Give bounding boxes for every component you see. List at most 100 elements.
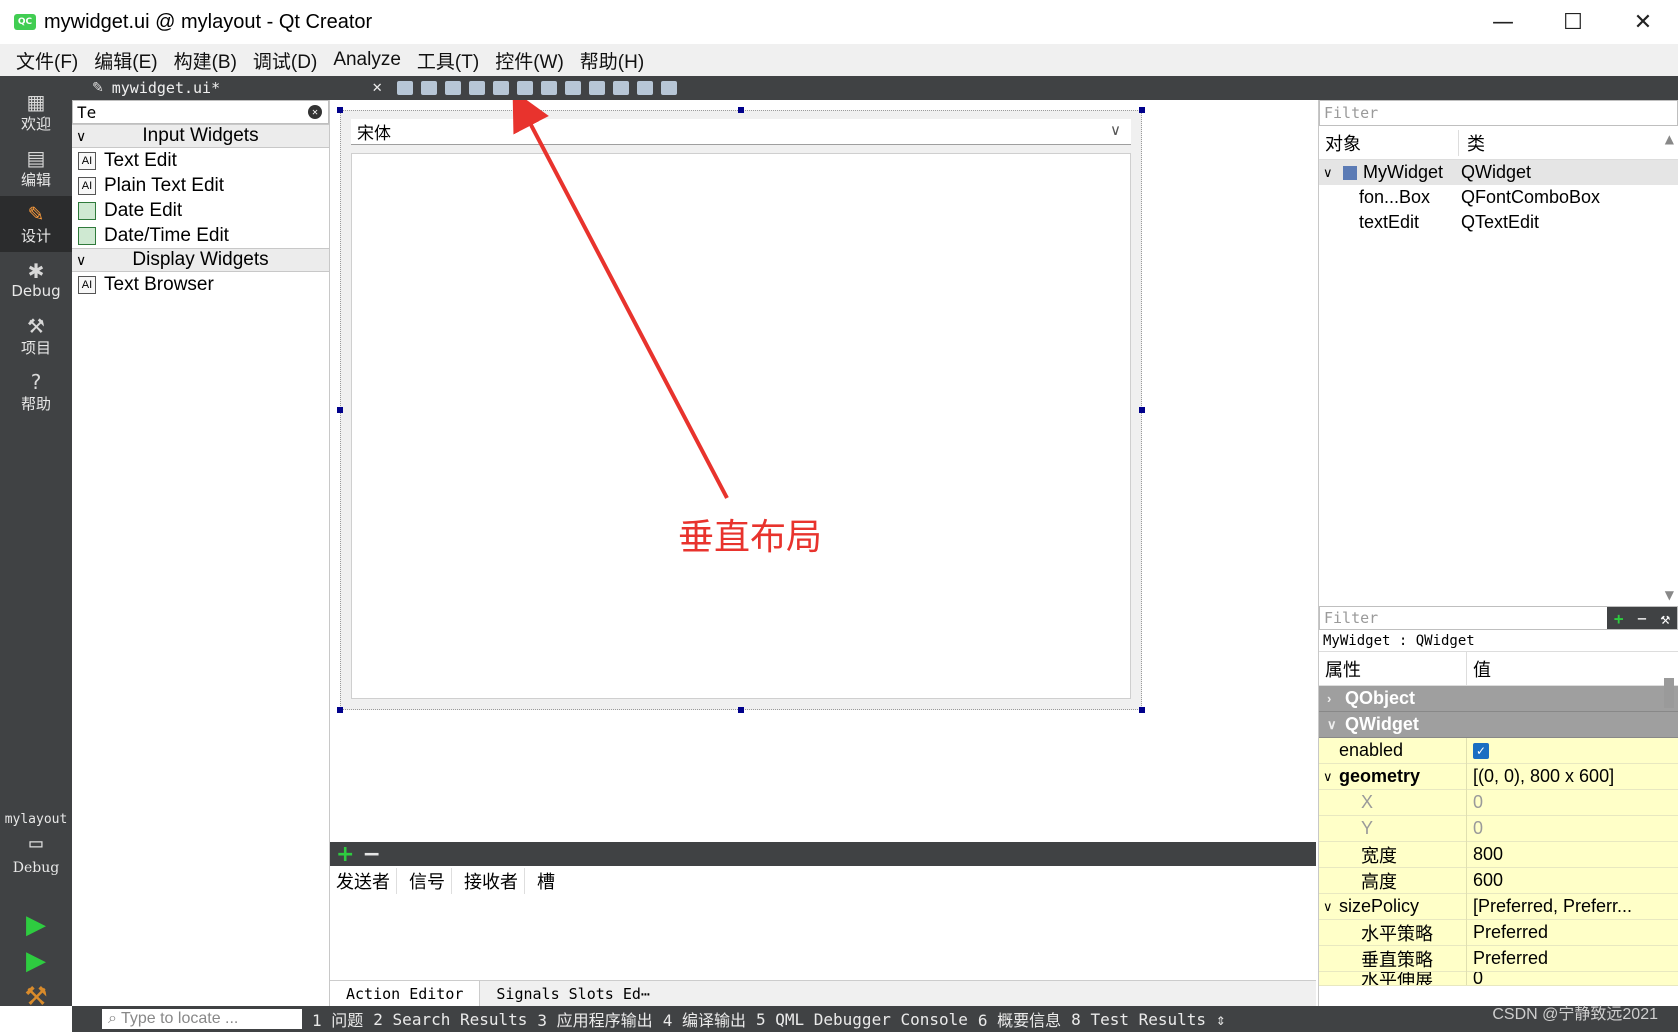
output-tab-issues[interactable]: 1 问题 [312,1007,363,1031]
mode-design[interactable]: ✎ 设计 [0,196,72,252]
layout-grid-icon[interactable] [612,81,629,95]
edit-widgets-icon[interactable] [396,81,413,95]
layout-vertical-splitter-icon[interactable] [564,81,581,95]
property-value[interactable]: [Preferred, Preferr... [1467,896,1673,917]
resize-handle[interactable] [738,107,744,113]
widget-plain-text-edit[interactable]: AI Plain Text Edit [72,173,329,198]
resize-handle[interactable] [337,707,343,713]
mode-help[interactable]: ? 帮助 [0,364,72,420]
layout-form-icon[interactable] [588,81,605,95]
scroll-up-icon[interactable]: ▲ [1665,132,1674,146]
minimize-button[interactable]: — [1468,0,1538,44]
tab-action-editor[interactable]: Action Editor [330,980,481,1007]
category-input-widgets[interactable]: ∨ Input Widgets [72,124,329,148]
layout-vertical-icon[interactable] [516,81,533,95]
property-value[interactable]: [(0, 0), 800 x 600] [1467,766,1673,787]
output-tab-compile-output[interactable]: 4 编译输出 [663,1007,746,1031]
mode-edit[interactable]: ▤ 编辑 [0,140,72,196]
property-row[interactable]: 水平伸展 0 [1319,972,1678,986]
add-property-icon[interactable]: + [1614,609,1624,628]
document-close-button[interactable]: ✕ [372,81,383,96]
resize-handle[interactable] [738,707,744,713]
col-property[interactable]: 属性 [1319,651,1467,686]
chevron-down-icon[interactable]: ∨ [1319,769,1339,785]
layout-horizontal-splitter-icon[interactable] [540,81,557,95]
menu-edit[interactable]: 编辑(E) [86,47,165,74]
col-value[interactable]: 值 [1467,656,1491,682]
object-row[interactable]: fon...Box QFontComboBox [1319,185,1678,210]
property-value[interactable]: Preferred [1467,948,1673,969]
menu-file[interactable]: 文件(F) [8,47,86,74]
mode-debug[interactable]: ✱ Debug [0,252,72,308]
mode-welcome[interactable]: ▦ 欢迎 [0,84,72,140]
widget-text-browser[interactable]: AI Text Browser [72,272,329,297]
menu-controls[interactable]: 控件(W) [487,47,572,74]
property-row[interactable]: 水平策略 Preferred [1319,919,1678,946]
configure-wrench-icon[interactable]: ⚒ [1661,609,1671,628]
property-value[interactable]: 800 [1467,844,1673,865]
property-value[interactable]: 0 [1467,792,1673,813]
resize-handle[interactable] [337,407,343,413]
close-button[interactable]: ✕ [1608,0,1678,44]
output-tab-test-results[interactable]: 8 Test Results [1071,1010,1206,1029]
widget-text-edit[interactable]: AI Text Edit [72,148,329,173]
property-row[interactable]: Y 0 [1319,815,1678,842]
adjust-size-icon[interactable] [660,81,677,95]
object-row[interactable]: textEdit QTextEdit [1319,210,1678,235]
widget-datetime-edit[interactable]: Date/Time Edit [72,223,329,248]
remove-connection-button[interactable]: − [362,842,380,867]
property-row[interactable]: ∨ geometry [(0, 0), 800 x 600] [1319,763,1678,790]
output-tab-app-output[interactable]: 3 应用程序输出 [537,1007,652,1031]
output-tab-qml-console[interactable]: 5 QML Debugger Console [756,1010,968,1029]
col-slot[interactable]: 槽 [537,868,561,894]
design-canvas[interactable]: 宋体 ∨ 垂直布局 [330,100,1316,842]
debug-run-icon[interactable]: ▶ [0,946,72,976]
build-hammer-icon[interactable]: ⚒ [0,982,72,1012]
layout-horizontal-icon[interactable] [492,81,509,95]
output-tab-general-messages[interactable]: 6 概要信息 [978,1007,1061,1031]
col-object[interactable]: 对象 [1319,129,1459,156]
scroll-down-icon[interactable]: ▼ [1665,588,1674,602]
property-filter-input[interactable]: Filter + − ⚒ [1319,606,1678,630]
form-widget[interactable]: 宋体 ∨ [340,110,1142,710]
object-row[interactable]: ∨ MyWidget QWidget [1319,160,1678,185]
chevron-down-icon[interactable]: ∨ [1319,899,1339,915]
category-display-widgets[interactable]: ∨ Display Widgets [72,248,329,272]
enabled-checkbox[interactable]: ✓ [1473,742,1489,759]
col-class[interactable]: 类 [1459,130,1485,156]
resize-handle[interactable] [337,107,343,113]
property-row[interactable]: ∨ sizePolicy [Preferred, Preferr... [1319,893,1678,920]
edit-signals-icon[interactable] [420,81,437,95]
property-group-qwidget[interactable]: ∨ QWidget [1319,712,1678,738]
menu-tools[interactable]: 工具(T) [409,47,487,74]
remove-property-icon[interactable]: − [1637,609,1647,628]
property-row[interactable]: 垂直策略 Preferred [1319,945,1678,972]
font-combo-box[interactable]: 宋体 ∨ [351,119,1131,145]
property-value[interactable]: 600 [1467,870,1673,891]
property-value[interactable]: 0 [1467,972,1673,985]
output-tab-search-results[interactable]: 2 Search Results [373,1010,527,1029]
property-scrollbar[interactable] [1664,678,1674,708]
widget-filter-input[interactable]: Te ✕ [72,100,329,124]
resize-handle[interactable] [1139,707,1145,713]
chevron-down-icon[interactable]: ∨ [1323,165,1337,181]
resize-handle[interactable] [1139,407,1145,413]
edit-tab-order-icon[interactable] [468,81,485,95]
menu-debug[interactable]: 调试(D) [245,47,325,74]
add-connection-button[interactable]: + [336,842,354,867]
text-edit[interactable] [351,153,1131,699]
run-icon[interactable]: ▶ [0,910,72,940]
widget-date-edit[interactable]: Date Edit [72,198,329,223]
col-receiver[interactable]: 接收者 [464,868,525,894]
menu-analyze[interactable]: Analyze [325,49,409,71]
chevron-down-icon[interactable]: ∨ [1110,121,1121,139]
property-value[interactable]: 0 [1467,818,1673,839]
menu-build[interactable]: 构建(B) [166,47,245,74]
more-tabs-icon[interactable]: ⇕ [1216,1010,1226,1029]
property-row[interactable]: enabled ✓ [1319,737,1678,764]
property-group-qobject[interactable]: › QObject [1319,686,1678,712]
mode-projects[interactable]: ⚒ 项目 [0,308,72,364]
maximize-button[interactable]: ☐ [1538,0,1608,44]
kit-selector[interactable]: mylayout ▭ Debug [0,812,72,876]
edit-buddies-icon[interactable] [444,81,461,95]
